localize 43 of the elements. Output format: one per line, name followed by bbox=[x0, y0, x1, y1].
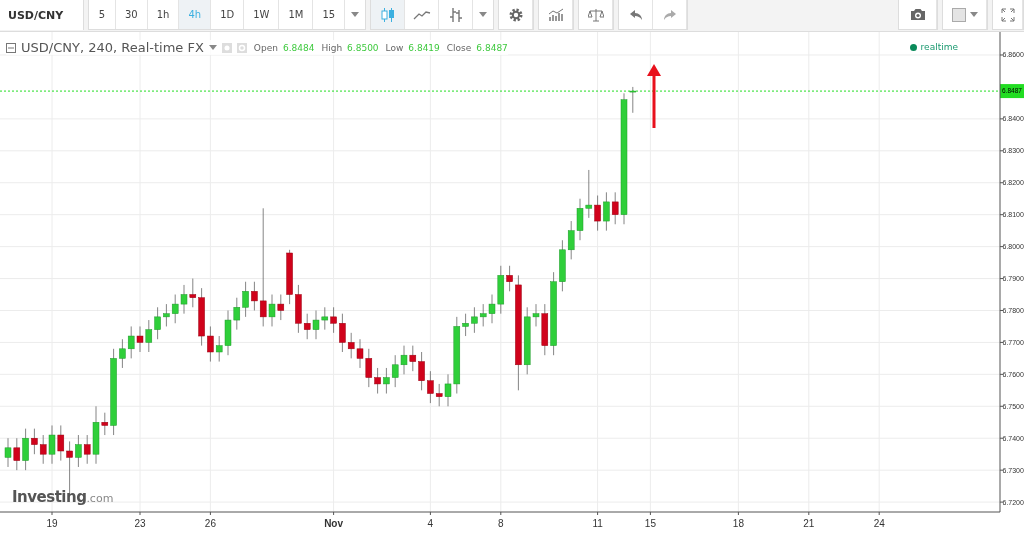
legend-value: 6.8500 bbox=[347, 42, 379, 53]
legend-label: Low bbox=[385, 42, 404, 53]
axis-label: 11 bbox=[592, 518, 603, 529]
status-dot-icon bbox=[909, 43, 917, 51]
axis-label: 19 bbox=[46, 518, 58, 529]
settings-icon bbox=[507, 6, 524, 23]
axis-label: 24 bbox=[873, 518, 885, 529]
symbol-field[interactable]: USD/CNY bbox=[0, 0, 84, 30]
redo-icon bbox=[662, 8, 677, 21]
color-swatch-icon bbox=[951, 7, 966, 22]
price-tag bbox=[1000, 84, 1024, 99]
axis-label: 18 bbox=[732, 518, 744, 529]
legend-value: 6.8484 bbox=[282, 42, 315, 53]
caret-icon bbox=[479, 12, 488, 17]
up-arrow bbox=[647, 64, 661, 128]
collapse-icon[interactable] bbox=[6, 42, 16, 53]
axis-label: 8 bbox=[498, 518, 504, 529]
axis-label: 4 bbox=[427, 518, 434, 529]
legend-label: Open bbox=[253, 42, 278, 53]
legend-label: High bbox=[321, 42, 343, 53]
candlestick-icon bbox=[380, 6, 395, 23]
ohlc-bars-icon bbox=[448, 6, 463, 23]
undo-icon bbox=[628, 8, 643, 21]
legend-value: 6.8419 bbox=[408, 42, 440, 53]
axis-label: 23 bbox=[134, 518, 146, 529]
chart-title: USD/CNY, 240, Real-time FX bbox=[21, 40, 204, 55]
brand-logo: Investing.com bbox=[12, 488, 114, 506]
axis-label: 15 bbox=[644, 518, 656, 529]
chart-type-button[interactable] bbox=[371, 0, 406, 29]
caret-icon bbox=[969, 12, 978, 17]
axis-label: Nov bbox=[324, 518, 344, 529]
balance-scale-icon bbox=[587, 7, 604, 22]
caret-icon bbox=[208, 45, 217, 50]
status-text: realtime bbox=[920, 42, 958, 52]
axis-label: 26 bbox=[204, 518, 216, 529]
legend-value: 6.8487 bbox=[476, 42, 508, 53]
camera-icon bbox=[909, 8, 926, 21]
legend-label: Close bbox=[446, 42, 472, 53]
axis-label: 21 bbox=[803, 518, 815, 529]
line-chart-icon bbox=[412, 9, 431, 20]
caret-icon bbox=[351, 12, 360, 17]
fullscreen-icon bbox=[1000, 7, 1015, 22]
indicators-icon bbox=[547, 7, 564, 22]
